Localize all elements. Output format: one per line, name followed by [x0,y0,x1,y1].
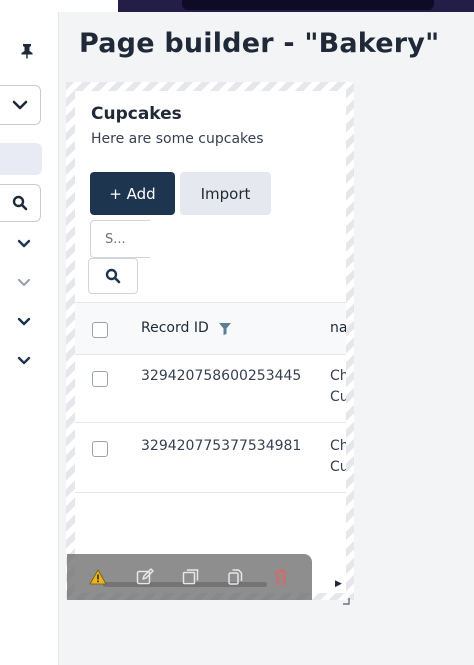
search-icon [105,268,121,284]
table-row[interactable]: 329420758600253445 Ch Cu [75,353,346,423]
edit-icon[interactable] [135,567,155,587]
chevron-down-icon[interactable] [14,353,34,367]
chevron-down-icon[interactable] [14,314,34,328]
cell-record-id: 329420758600253445 [141,368,302,384]
sidebar-highlight[interactable] [0,143,42,175]
search-icon [12,195,28,211]
component-toolbar [67,554,312,600]
cell-name: Ch [330,438,346,454]
row-checkbox[interactable] [92,441,108,457]
table-header: Record ID na [75,302,346,355]
cupcakes-component[interactable]: Cupcakes Here are some cupcakes + Add Im… [75,91,346,593]
left-sidebar [0,12,59,665]
component-subtitle: Here are some cupcakes [91,131,264,147]
component-title: Cupcakes [91,104,182,124]
import-button[interactable]: Import [180,172,271,215]
trash-icon[interactable] [271,567,291,587]
sidebar-search-button[interactable] [0,184,41,222]
add-button[interactable]: + Add [90,172,175,215]
cell-record-id: 329420775377534981 [141,438,302,454]
page-title: Page builder - "Bakery" [79,28,440,59]
pin-icon[interactable] [16,40,38,62]
copy-icon[interactable] [225,567,245,587]
chevron-down-icon[interactable] [14,236,34,250]
sidebar-dropdown[interactable] [0,85,41,125]
search-input[interactable]: S... [90,220,150,258]
table-row[interactable]: 329420775377534981 Ch Cu [75,423,346,493]
cell-name: Ch [330,368,346,384]
cell-name-line2: Cu [330,389,346,405]
row-checkbox[interactable] [92,371,108,387]
warning-icon[interactable] [88,567,108,587]
filter-icon[interactable] [218,321,232,340]
column-header-name[interactable]: na [330,320,346,336]
chevron-down-icon [12,100,28,110]
scroll-right-icon[interactable]: ▶ [335,579,342,589]
topbar-address-bar[interactable] [182,0,434,10]
search-button[interactable] [88,258,138,294]
column-header-record-id[interactable]: Record ID [141,320,209,336]
cell-name-line2: Cu [330,459,346,475]
select-all-checkbox[interactable] [92,322,108,338]
duplicate-icon[interactable] [181,567,201,587]
chevron-down-icon[interactable] [14,275,34,289]
resize-handle[interactable] [342,590,350,605]
browser-topbar [0,0,474,12]
